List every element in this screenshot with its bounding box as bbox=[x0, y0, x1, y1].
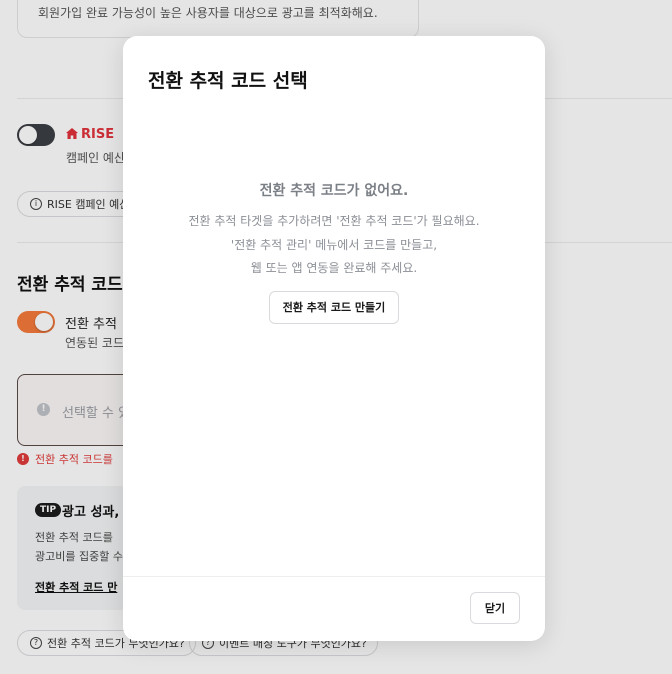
create-conversion-code-button[interactable]: 전환 추적 코드 만들기 bbox=[268, 290, 400, 324]
empty-state-line: 웹 또는 앱 연동을 완료해 주세요. bbox=[250, 261, 418, 275]
empty-state-line: '전환 추적 관리' 메뉴에서 코드를 만들고, bbox=[230, 237, 438, 252]
empty-state: 전환 추적 코드가 없어요. 전환 추적 타겟을 추가하려면 '전환 추적 코드… bbox=[123, 180, 545, 324]
modal-title: 전환 추적 코드 선택 bbox=[148, 70, 308, 92]
close-button[interactable]: 닫기 bbox=[470, 592, 520, 624]
conversion-code-select-modal: 전환 추적 코드 선택 전환 추적 코드가 없어요. 전환 추적 타겟을 추가하… bbox=[123, 36, 545, 641]
empty-state-line: 전환 추적 타겟을 추가하려면 '전환 추적 코드'가 필요해요. bbox=[188, 214, 480, 228]
empty-state-title: 전환 추적 코드가 없어요. bbox=[259, 183, 409, 199]
modal-footer: 닫기 bbox=[123, 576, 545, 641]
